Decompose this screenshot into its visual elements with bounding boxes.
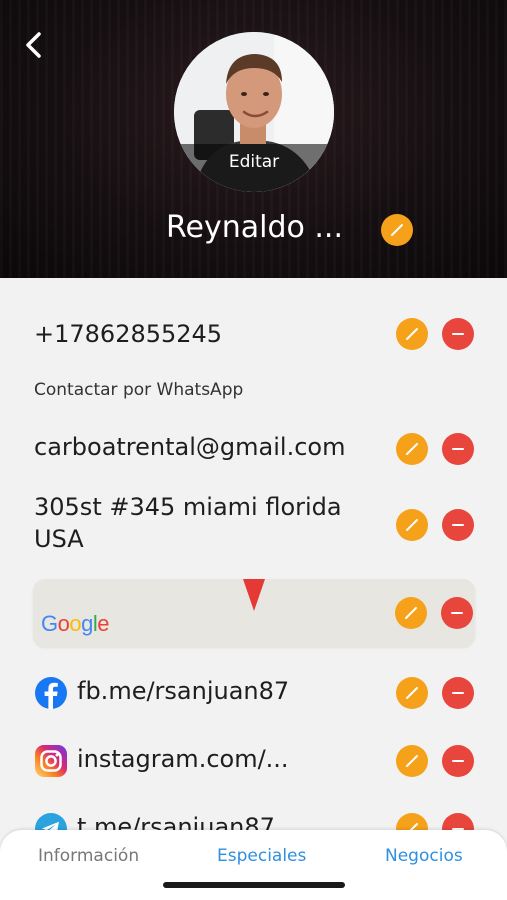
- map-pin-icon: [243, 579, 265, 611]
- email-row: carboatrental@gmail.com: [34, 431, 474, 467]
- edit-email-button[interactable]: [396, 433, 428, 465]
- chevron-left-icon: [26, 32, 41, 58]
- phone-number[interactable]: +17862855245: [34, 320, 222, 348]
- map-preview[interactable]: Google: [33, 579, 475, 647]
- phone-row: +17862855245: [34, 318, 474, 354]
- bottom-tab-bar: Información Especiales Negocios: [0, 830, 507, 900]
- email-address[interactable]: carboatrental@gmail.com: [34, 433, 345, 461]
- edit-address-button[interactable]: [396, 509, 428, 541]
- social-row-facebook: fb.me/rsanjuan87: [34, 675, 474, 711]
- address-line-2[interactable]: USA: [34, 525, 84, 553]
- edit-location-button[interactable]: [395, 597, 427, 629]
- instagram-link[interactable]: instagram.com/...: [77, 745, 289, 773]
- tab-negocios[interactable]: Negocios: [385, 846, 463, 866]
- remove-email-button[interactable]: [442, 433, 474, 465]
- remove-address-button[interactable]: [442, 509, 474, 541]
- tab-especiales[interactable]: Especiales: [217, 846, 306, 866]
- google-logo: Google: [41, 611, 110, 636]
- profile-name: Reynaldo ...: [166, 210, 343, 245]
- contact-info-list: +17862855245 Contactar por WhatsApp carb…: [0, 278, 507, 900]
- tab-informacion[interactable]: Información: [38, 846, 139, 866]
- remove-location-button[interactable]: [441, 597, 473, 629]
- remove-phone-button[interactable]: [442, 318, 474, 350]
- pencil-icon: [406, 519, 418, 531]
- avatar[interactable]: Editar: [174, 32, 334, 192]
- whatsapp-contact-link[interactable]: Contactar por WhatsApp: [34, 380, 243, 400]
- edit-facebook-button[interactable]: [396, 677, 428, 709]
- pencil-icon: [406, 328, 418, 340]
- pencil-icon: [391, 224, 403, 236]
- edit-name-button[interactable]: [381, 214, 413, 246]
- remove-facebook-button[interactable]: [442, 677, 474, 709]
- facebook-icon: [35, 677, 67, 709]
- pencil-icon: [405, 607, 417, 619]
- back-button[interactable]: [20, 28, 50, 62]
- avatar-edit-label[interactable]: Editar: [174, 144, 334, 192]
- edit-instagram-button[interactable]: [396, 745, 428, 777]
- facebook-link[interactable]: fb.me/rsanjuan87: [77, 677, 289, 705]
- pencil-icon: [406, 687, 418, 699]
- address-line-1[interactable]: 305st #345 miami florida: [34, 493, 342, 521]
- edit-phone-button[interactable]: [396, 318, 428, 350]
- social-row-instagram: instagram.com/...: [34, 743, 474, 779]
- remove-instagram-button[interactable]: [442, 745, 474, 777]
- pencil-icon: [406, 755, 418, 767]
- instagram-icon: [35, 745, 67, 777]
- pencil-icon: [406, 443, 418, 455]
- profile-header: Editar Reynaldo ...: [0, 0, 507, 278]
- address-row: 305st #345 miami florida USA: [34, 493, 474, 557]
- home-indicator: [163, 882, 345, 888]
